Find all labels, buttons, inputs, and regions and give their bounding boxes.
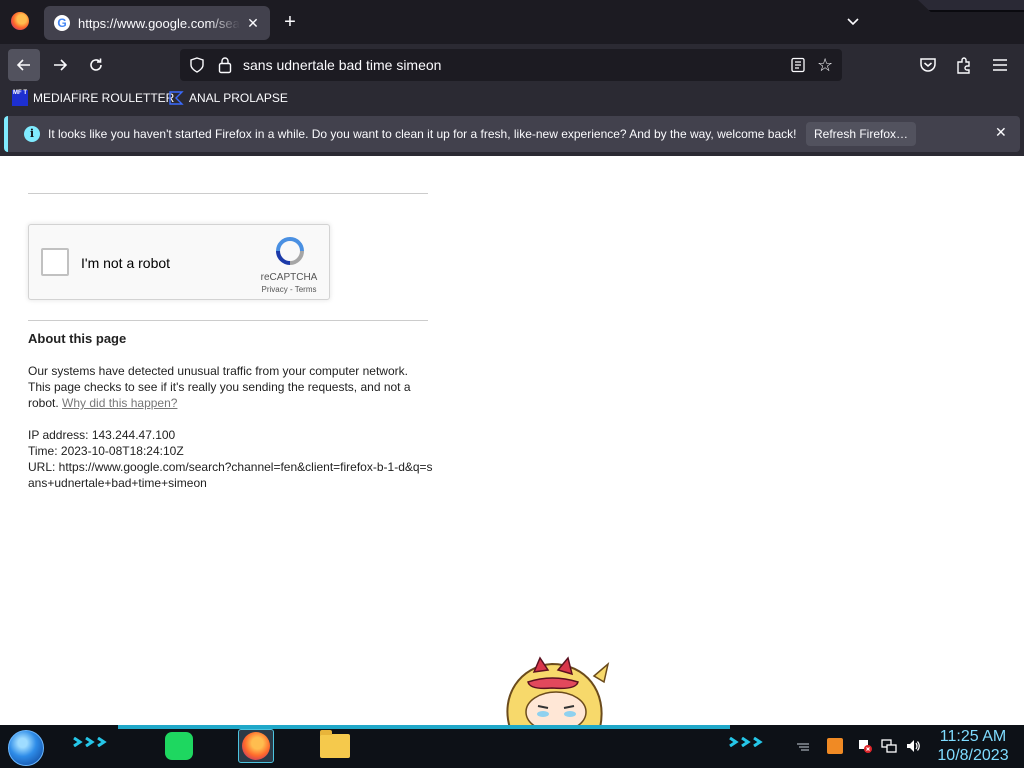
tray-chevron-icon[interactable]: [795, 738, 811, 754]
divider: [28, 320, 428, 321]
taskbar-app-file-explorer[interactable]: [317, 729, 353, 763]
extensions-puzzle-icon[interactable]: [954, 55, 974, 75]
window-frame-decoration: [918, 0, 1024, 12]
refresh-firefox-button[interactable]: Refresh Firefox…: [806, 122, 916, 146]
forward-button[interactable]: [44, 49, 76, 81]
divider: [28, 193, 428, 194]
terms-link[interactable]: Terms: [295, 285, 317, 294]
tab-title: https://www.google.com/search?channel=fe…: [78, 15, 240, 31]
reader-view-icon[interactable]: [790, 57, 806, 73]
taskbar-decoration-icon: [729, 737, 763, 747]
recaptcha-links: Privacy - Terms: [249, 285, 329, 294]
close-tab-icon[interactable]: ✕: [246, 15, 260, 32]
bookmark-mediafire[interactable]: MF T MEDIAFIRE ROULETTER: [12, 90, 174, 106]
address-bar[interactable]: sans udnertale bad time simeon ☆: [180, 49, 842, 81]
recaptcha-label: I'm not a robot: [81, 255, 171, 271]
about-heading: About this page: [28, 331, 127, 346]
bookmark-flag-icon: [169, 91, 184, 105]
bookmark-star-icon[interactable]: ☆: [817, 55, 833, 76]
recaptcha-checkbox[interactable]: [41, 248, 69, 276]
tab-bar: G https://www.google.com/search?channel=…: [0, 0, 1024, 44]
link-separator: -: [287, 285, 295, 294]
firefox-view-icon[interactable]: [11, 12, 29, 30]
reload-icon: [90, 58, 102, 71]
taskbar-accent: [118, 725, 730, 729]
chevron-down-icon[interactable]: [845, 13, 861, 29]
taskbar-app-spotify[interactable]: [161, 729, 197, 763]
new-tab-button[interactable]: +: [280, 12, 300, 32]
navigation-toolbar: sans udnertale bad time simeon ☆: [0, 44, 1024, 86]
about-text: Our systems have detected unusual traffi…: [28, 363, 428, 411]
bookmark-label: MEDIAFIRE ROULETTER: [33, 91, 175, 105]
recaptcha-widget: I'm not a robot reCAPTCHA Privacy - Term…: [28, 224, 330, 300]
taskbar: 11:25 AM 10/8/2023: [0, 725, 1024, 768]
browser-tab[interactable]: G https://www.google.com/search?channel=…: [44, 6, 270, 40]
tracking-protection-shield-icon[interactable]: [189, 57, 205, 73]
page-content: I'm not a robot reCAPTCHA Privacy - Term…: [0, 156, 1024, 725]
clock-date: 10/8/2023: [937, 747, 1009, 764]
ip-address: IP address: 143.244.47.100: [28, 428, 176, 442]
volume-icon[interactable]: [905, 738, 921, 754]
address-input[interactable]: sans udnertale bad time simeon: [243, 57, 441, 73]
recaptcha-brand: reCAPTCHA: [260, 272, 318, 283]
close-icon[interactable]: ✕: [995, 124, 1007, 141]
start-button[interactable]: [8, 730, 44, 766]
why-link[interactable]: Why did this happen?: [62, 396, 177, 410]
spotify-icon: [165, 732, 193, 760]
network-icon[interactable]: [881, 738, 897, 754]
tray-flag-icon[interactable]: [857, 738, 873, 754]
google-icon: G: [54, 15, 70, 31]
folder-icon: [320, 730, 350, 758]
lock-icon[interactable]: [218, 56, 232, 74]
request-url: URL: https://www.google.com/search?chann…: [28, 460, 433, 490]
notification-bar: i It looks like you haven't started Fire…: [0, 112, 1024, 156]
firefox-icon: [242, 732, 270, 760]
bookmarks-toolbar: MF T MEDIAFIRE ROULETTER ANAL PROLAPSE: [0, 86, 1024, 112]
bookmark-second[interactable]: ANAL PROLAPSE: [168, 90, 288, 106]
request-time: Time: 2023-10-08T18:24:10Z: [28, 444, 184, 458]
mediafire-icon: MF T: [12, 90, 28, 106]
bookmark-label: ANAL PROLAPSE: [189, 91, 288, 105]
forward-arrow-icon: [54, 59, 68, 71]
pocket-icon[interactable]: [918, 55, 938, 75]
reload-button[interactable]: [80, 49, 112, 81]
taskbar-app-firefox[interactable]: [238, 729, 274, 763]
hamburger-menu-icon[interactable]: [990, 55, 1010, 75]
back-arrow-icon: [16, 59, 30, 71]
back-button[interactable]: [8, 49, 40, 81]
notification-box: i It looks like you haven't started Fire…: [4, 116, 1020, 152]
desktop-mascot-image: [506, 656, 610, 728]
clock-time: 11:25 AM: [939, 728, 1007, 745]
info-icon: i: [24, 126, 40, 142]
taskbar-decoration-icon: [73, 737, 107, 747]
notification-message: It looks like you haven't started Firefo…: [48, 127, 797, 141]
taskbar-clock[interactable]: 11:25 AM 10/8/2023: [930, 727, 1016, 765]
recaptcha-logo-icon: [276, 237, 304, 265]
request-details: IP address: 143.244.47.100 Time: 2023-10…: [28, 427, 438, 491]
privacy-link[interactable]: Privacy: [262, 285, 288, 294]
tray-app-icon[interactable]: [827, 738, 843, 754]
